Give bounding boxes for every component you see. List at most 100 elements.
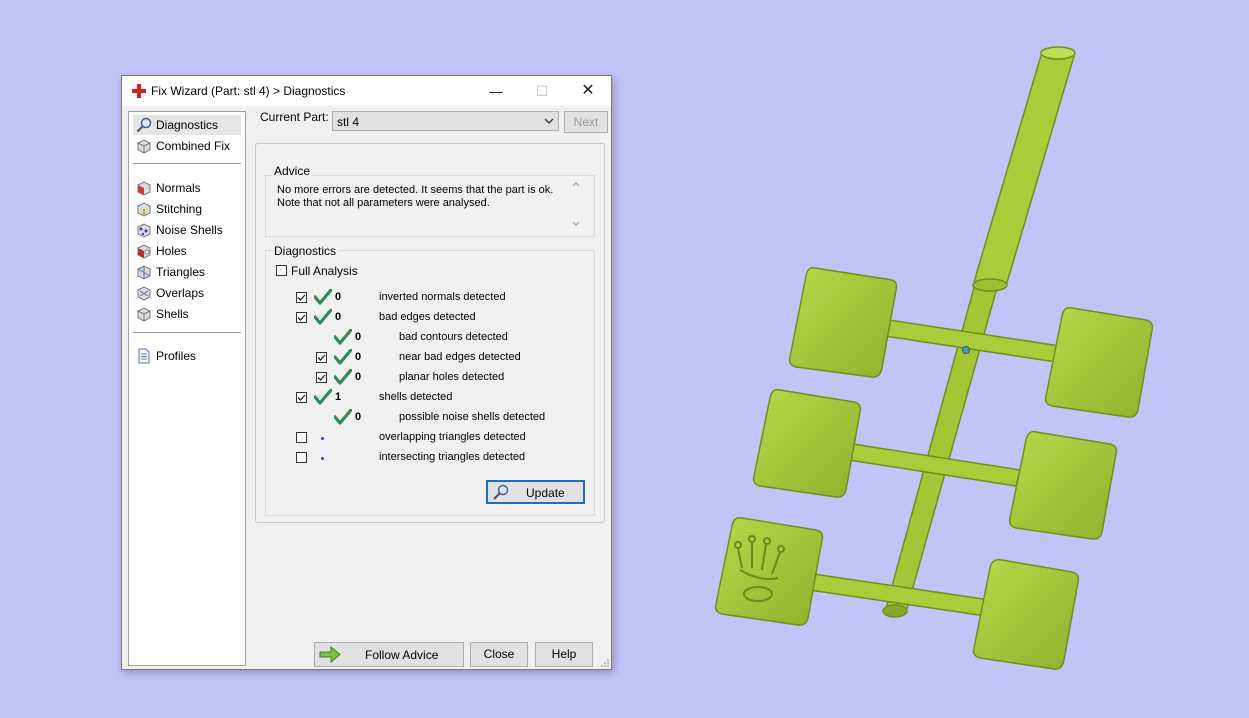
green-check-icon: [314, 309, 332, 325]
diagnostic-count: 0: [335, 311, 342, 323]
holes-cube-icon: [137, 244, 151, 259]
chevron-down-icon: [544, 118, 554, 124]
diagnostic-checkbox[interactable]: [316, 372, 327, 383]
nav-item-combined-fix[interactable]: Combined Fix: [133, 136, 241, 156]
resize-grip-icon[interactable]: [600, 658, 610, 668]
pad: [752, 388, 862, 498]
model-viewport[interactable]: [700, 30, 1170, 690]
pad: [1008, 430, 1118, 540]
nav-label: Noise Shells: [156, 223, 223, 237]
main-rod: [973, 51, 1075, 287]
magnifier-icon: [136, 117, 152, 133]
help-button[interactable]: Help: [535, 642, 593, 667]
spine-end: [882, 604, 908, 618]
nav-label: Holes: [156, 244, 187, 258]
pad: [714, 516, 824, 626]
window-title: Fix Wizard (Part: stl 4) > Diagnostics: [151, 84, 346, 98]
diagnostic-label: bad edges detected: [379, 311, 476, 323]
checkmark-icon: [297, 314, 306, 321]
update-button[interactable]: Update: [486, 480, 585, 504]
cube-icon: [137, 139, 151, 154]
full-analysis-label: Full Analysis: [291, 264, 358, 278]
nav-item-triangles[interactable]: Triangles: [133, 262, 241, 282]
green-check-icon: [334, 329, 352, 345]
diagnostic-label: overlapping triangles detected: [379, 431, 526, 443]
green-check-icon: [334, 349, 352, 365]
magnifier-icon: [493, 484, 509, 500]
advice-text: No more errors are detected. It seems th…: [277, 184, 557, 210]
green-check-icon: [314, 389, 332, 405]
nav-item-normals[interactable]: Normals: [133, 178, 241, 198]
diagnostic-row: intersecting triangles detected: [122, 448, 613, 468]
pad: [972, 558, 1080, 670]
red-cross-icon: [132, 84, 146, 98]
diagnostic-count: 0: [335, 291, 342, 303]
diagnostic-row: 0 bad contours detected: [122, 328, 613, 348]
green-check-icon: [334, 369, 352, 385]
next-button[interactable]: Next: [564, 111, 608, 133]
triangles-cube-icon: [137, 265, 151, 280]
nav-item-stitching[interactable]: Stitching: [133, 199, 241, 219]
pivot-marker: [962, 346, 970, 354]
nav-label: Stitching: [156, 202, 203, 216]
advice-title: Advice: [272, 164, 313, 178]
close-button[interactable]: Close: [470, 642, 528, 667]
stitching-cube-icon: [137, 202, 151, 217]
diagnostic-row: 0 inverted normals detected: [122, 288, 613, 308]
diagnostics-title: Diagnostics: [272, 244, 339, 258]
pending-dot: [321, 457, 324, 460]
diagnostic-row: 0 planar holes detected: [122, 368, 613, 388]
follow-advice-label: Follow Advice: [365, 648, 439, 662]
nav-label: Diagnostics: [156, 118, 219, 132]
diagnostic-checkbox[interactable]: [296, 452, 307, 463]
minimize-button[interactable]: —: [473, 76, 519, 106]
nav-label: Combined Fix: [156, 139, 231, 153]
diagnostic-count: 0: [355, 411, 362, 423]
diagnostic-checkbox[interactable]: [296, 292, 307, 303]
checkmark-icon: [297, 394, 306, 401]
green-check-icon: [314, 289, 332, 305]
close-window-button[interactable]: ✕: [565, 76, 611, 106]
diagnostic-count: 0: [355, 331, 362, 343]
diagnostic-checkbox[interactable]: [296, 432, 307, 443]
diagnostic-label: shells detected: [379, 391, 453, 403]
diagnostic-label: bad contours detected: [399, 331, 508, 343]
diagnostic-checkbox[interactable]: [296, 392, 307, 403]
advice-scrollbar[interactable]: [570, 178, 582, 230]
diagnostic-row: overlapping triangles detected: [122, 428, 613, 448]
title-bar[interactable]: Fix Wizard (Part: stl 4) > Diagnostics —…: [122, 76, 611, 106]
diagnostic-count: 0: [355, 371, 362, 383]
nav-divider: [133, 163, 241, 164]
update-label: Update: [526, 486, 565, 500]
nav-label: Triangles: [156, 265, 205, 279]
current-part-select[interactable]: stl 4: [332, 111, 559, 131]
arrow-right-icon: [319, 646, 341, 663]
diagnostic-row: 0 bad edges detected: [122, 308, 613, 328]
diagnostic-label: possible noise shells detected: [399, 411, 546, 423]
noise-shells-icon: [137, 223, 151, 238]
pad: [788, 266, 898, 378]
checkmark-icon: [317, 374, 326, 381]
advice-line: Note that not all parameters were analys…: [277, 197, 490, 209]
maximize-button[interactable]: ☐: [519, 76, 565, 106]
fix-wizard-window: Fix Wizard (Part: stl 4) > Diagnostics —…: [121, 75, 612, 670]
diagnostic-row: 0 possible noise shells detected: [122, 408, 613, 428]
diagnostic-label: planar holes detected: [399, 371, 505, 383]
current-part-label: Current Part:: [260, 110, 329, 124]
advice-line: No more errors are detected. It seems th…: [277, 184, 554, 196]
nav-item-noise-shells[interactable]: Noise Shells: [133, 220, 241, 240]
diagnostic-count: 1: [335, 391, 342, 403]
green-check-icon: [334, 409, 352, 425]
diagnostic-label: inverted normals detected: [379, 291, 506, 303]
diagnostic-checkbox[interactable]: [316, 352, 327, 363]
rod-base: [972, 278, 1008, 292]
follow-advice-button[interactable]: Follow Advice: [314, 642, 464, 667]
checkmark-icon: [317, 354, 326, 361]
nav-item-diagnostics[interactable]: Diagnostics: [133, 115, 241, 135]
full-analysis-checkbox[interactable]: [276, 265, 287, 276]
diagnostic-checkbox[interactable]: [296, 312, 307, 323]
pad: [1044, 306, 1154, 418]
current-part-value: stl 4: [337, 115, 360, 129]
nav-item-holes[interactable]: Holes: [133, 241, 241, 261]
sprue-model: [714, 46, 1154, 670]
